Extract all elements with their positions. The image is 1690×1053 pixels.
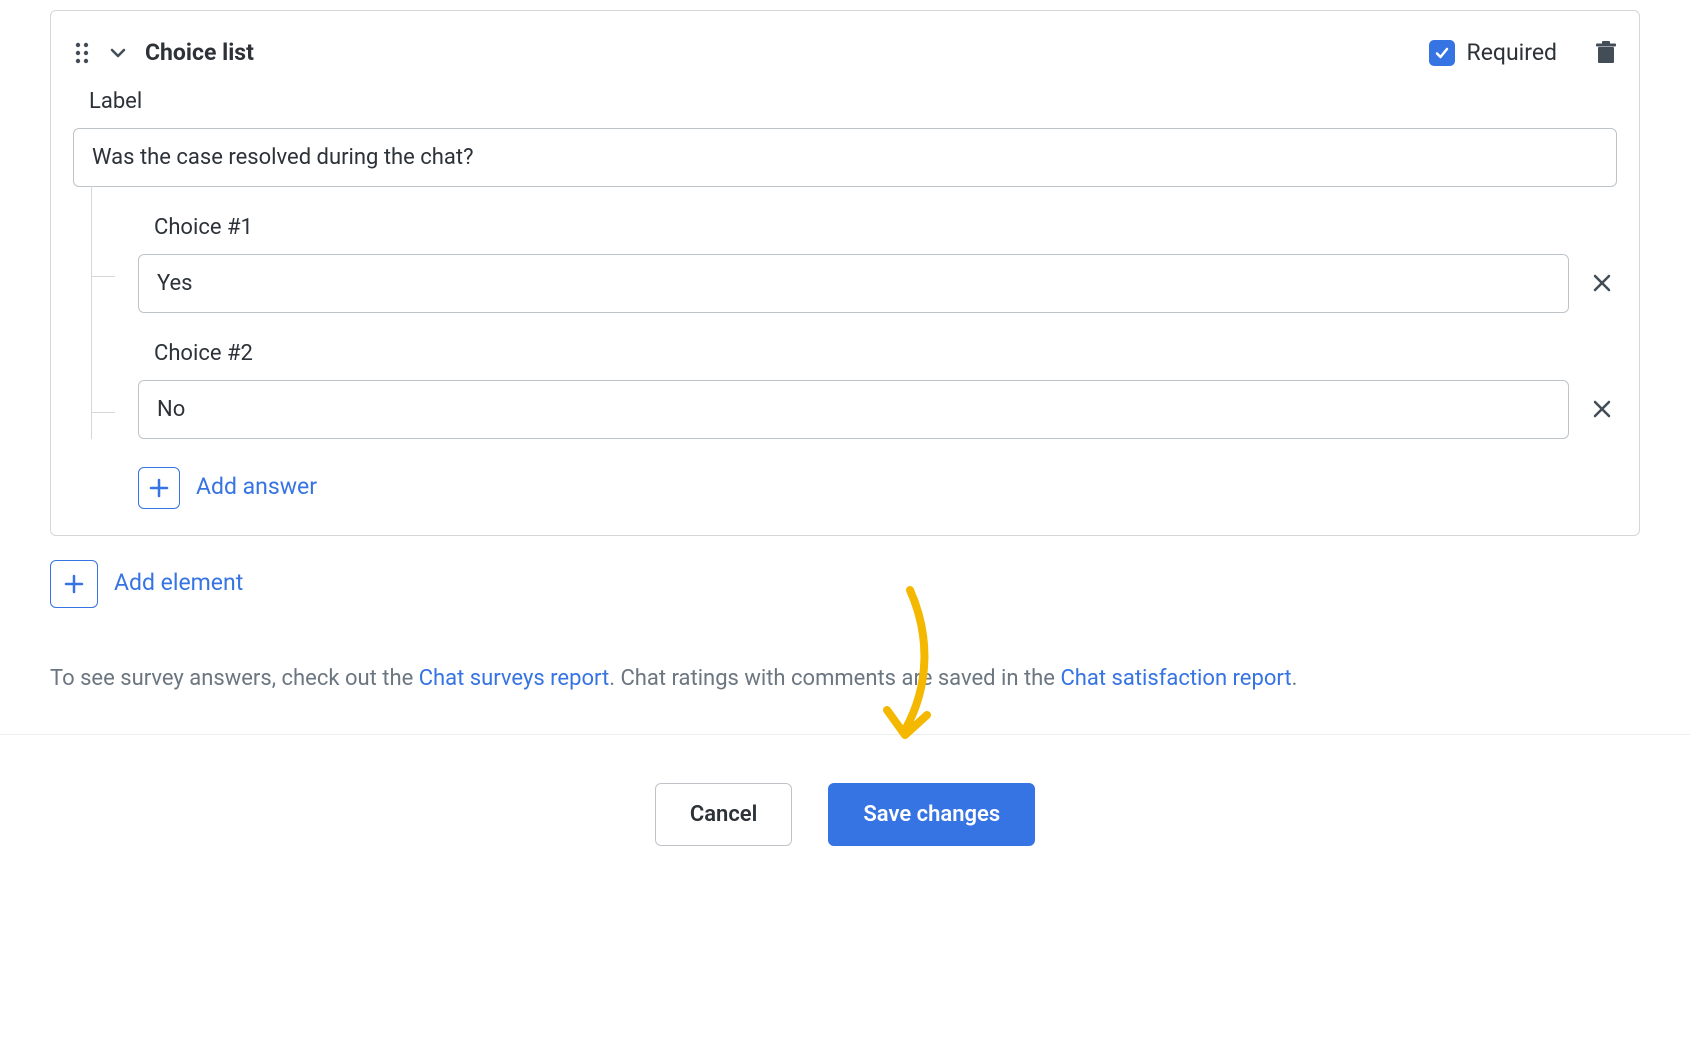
- required-toggle[interactable]: Required: [1429, 37, 1557, 69]
- choice-label: Choice #2: [154, 339, 1617, 370]
- chat-surveys-report-link[interactable]: Chat surveys report: [419, 666, 609, 691]
- choice-list-card: Choice list Required: [50, 10, 1640, 536]
- card-header-left: Choice list: [73, 37, 254, 69]
- help-text-suffix: .: [1292, 666, 1298, 691]
- label-field: Label: [73, 87, 1617, 187]
- card-header-right: Required: [1429, 37, 1617, 69]
- checkbox-checked-icon[interactable]: [1429, 40, 1455, 66]
- add-answer-row: Add answer: [138, 467, 1617, 509]
- close-icon[interactable]: [1587, 394, 1617, 424]
- chevron-down-icon[interactable]: [107, 42, 129, 64]
- choice-row: Choice #2: [73, 313, 1617, 439]
- label-field-label: Label: [89, 87, 1617, 118]
- close-icon[interactable]: [1587, 268, 1617, 298]
- cancel-button[interactable]: Cancel: [655, 783, 793, 846]
- chat-satisfaction-report-link[interactable]: Chat satisfaction report: [1060, 666, 1291, 691]
- add-element-row: Add element: [50, 560, 1640, 608]
- choices-list: Choice #1: [73, 187, 1617, 509]
- add-answer-button[interactable]: [138, 467, 180, 509]
- footer: Cancel Save changes: [0, 734, 1690, 936]
- add-answer-link[interactable]: Add answer: [196, 471, 317, 503]
- trash-icon[interactable]: [1595, 41, 1617, 65]
- drag-handle-icon[interactable]: [73, 41, 91, 65]
- help-text: To see survey answers, check out the Cha…: [50, 664, 1640, 695]
- help-text-middle: . Chat ratings with comments are saved i…: [609, 666, 1060, 691]
- choice-input[interactable]: [138, 254, 1569, 313]
- tree-connector: [73, 187, 138, 313]
- choice-row: Choice #1: [73, 187, 1617, 313]
- add-element-link[interactable]: Add element: [114, 567, 243, 599]
- card-title: Choice list: [145, 37, 254, 69]
- help-text-prefix: To see survey answers, check out the: [50, 666, 419, 691]
- label-input[interactable]: [73, 128, 1617, 187]
- card-header: Choice list Required: [73, 37, 1617, 69]
- add-element-button[interactable]: [50, 560, 98, 608]
- save-button[interactable]: Save changes: [828, 783, 1035, 846]
- choice-label: Choice #1: [154, 213, 1617, 244]
- choice-input[interactable]: [138, 380, 1569, 439]
- required-label: Required: [1467, 37, 1557, 69]
- tree-connector: [73, 313, 138, 439]
